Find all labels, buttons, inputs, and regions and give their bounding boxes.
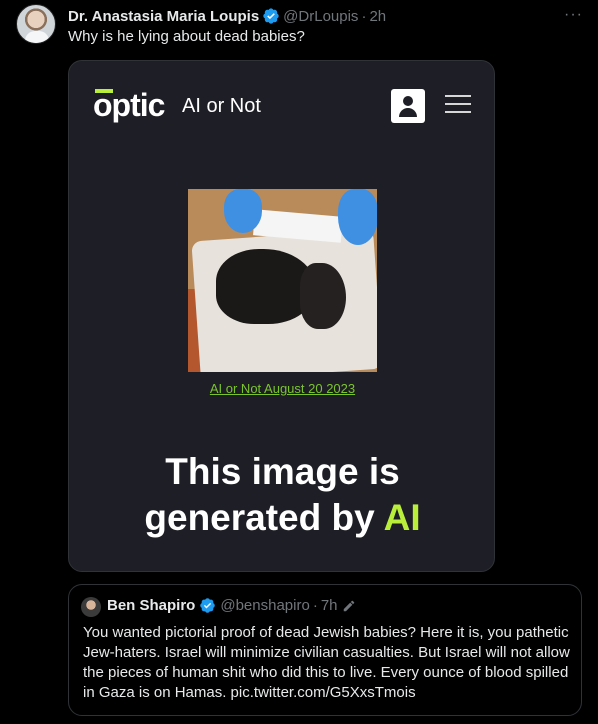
quote-author-handle: @benshapiro — [220, 597, 310, 614]
verified-badge-icon — [200, 598, 216, 613]
tweet-text: Why is he lying about dead babies? — [68, 28, 305, 45]
quote-time: 7h — [320, 597, 338, 614]
quote-author-avatar[interactable] — [81, 597, 101, 617]
result-line-1: This image is — [165, 451, 400, 492]
edit-pencil-icon — [343, 600, 354, 611]
result-line-2-prefix: generated by — [144, 497, 375, 538]
separator-dot: · — [312, 597, 318, 614]
result-accent-word: AI — [383, 497, 421, 538]
tweet-header: Dr. Anastasia Maria Loupis @DrLoupis · 2… — [68, 6, 386, 26]
ai-or-not-link: AI or Not August 20 2023 — [209, 381, 356, 396]
quoted-tweet[interactable]: Ben Shapiro @benshapiro · 7h You wanted … — [68, 584, 582, 716]
result-line-2: generated by AI — [69, 495, 494, 541]
author-handle[interactable]: @DrLoupis — [283, 8, 358, 25]
result-heading: This image is generated by AI — [69, 449, 494, 541]
quote-text: You wanted pictorial proof of dead Jewis… — [83, 624, 570, 701]
user-account-icon — [391, 89, 425, 123]
tweet-time[interactable]: 2h — [369, 8, 386, 25]
separator-dot: · — [361, 7, 367, 25]
quote-author-name: Ben Shapiro — [107, 597, 196, 614]
optic-logo: optic — [93, 87, 165, 123]
product-name: AI or Not — [182, 95, 261, 117]
more-options-icon[interactable]: ··· — [564, 6, 583, 24]
analyzed-photo — [188, 189, 377, 372]
tweet[interactable]: Dr. Anastasia Maria Loupis @DrLoupis · 2… — [0, 0, 598, 724]
hamburger-menu-icon — [445, 93, 471, 115]
author-name[interactable]: Dr. Anastasia Maria Loupis — [68, 8, 259, 25]
verified-badge-icon — [263, 8, 279, 24]
tweet-media-image[interactable]: optic AI or Not AI or Not August 20 2023… — [68, 60, 495, 572]
quote-header: Ben Shapiro @benshapiro · 7h — [107, 597, 356, 614]
author-avatar[interactable] — [16, 4, 56, 44]
